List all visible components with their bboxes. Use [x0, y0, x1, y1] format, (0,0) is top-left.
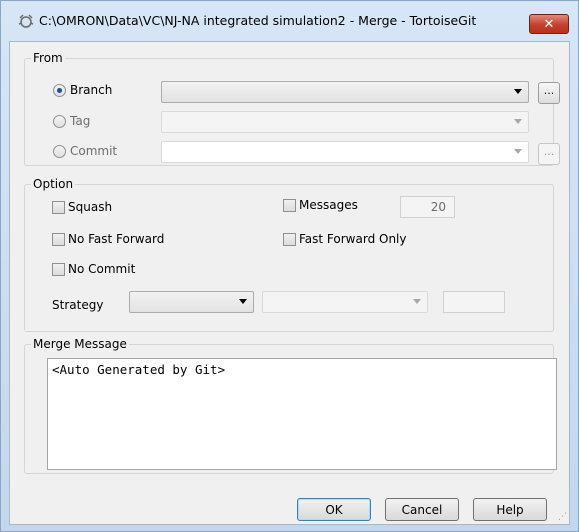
messages-label: Messages [299, 198, 358, 212]
branch-combobox[interactable] [161, 81, 529, 103]
branch-radio-label: Branch [70, 83, 113, 97]
merge-message-textarea[interactable]: <Auto Generated by Git> [47, 358, 557, 470]
window-title: C:\OMRON\Data\VC\NJ-NA integrated simula… [39, 13, 477, 28]
strategy-option-combobox[interactable] [262, 291, 428, 313]
no-fast-forward-label: No Fast Forward [68, 232, 165, 246]
dialog-client-area: From Branch ... Tag Commit ... Option Sq… [9, 41, 570, 525]
tag-radio-label: Tag [70, 114, 91, 128]
no-commit-label: No Commit [68, 262, 136, 276]
commit-browse-button[interactable]: ... [538, 143, 560, 165]
checkbox-unchecked-icon [283, 232, 296, 246]
help-button[interactable]: Help [473, 498, 547, 521]
tag-combobox[interactable] [161, 111, 529, 133]
branch-browse-button[interactable]: ... [538, 82, 560, 104]
resize-grip-icon[interactable]: ⋰ [558, 512, 567, 522]
tortoisegit-icon [18, 14, 34, 28]
commit-combobox[interactable] [161, 141, 529, 163]
merge-dialog: C:\OMRON\Data\VC\NJ-NA integrated simula… [0, 0, 579, 532]
chevron-down-icon [239, 299, 247, 304]
squash-label: Squash [68, 200, 113, 214]
commit-radio-label: Commit [70, 144, 118, 158]
no-fast-forward-checkbox[interactable]: No Fast Forward [52, 232, 164, 246]
strategy-label: Strategy [52, 298, 104, 312]
title-bar[interactable]: C:\OMRON\Data\VC\NJ-NA integrated simula… [1, 1, 578, 41]
radio-unchecked-icon [53, 144, 66, 158]
option-group-label: Option [31, 177, 76, 191]
messages-checkbox[interactable]: Messages [283, 198, 358, 212]
radio-checked-icon [53, 83, 66, 97]
cancel-button[interactable]: Cancel [385, 498, 459, 521]
checkbox-unchecked-icon [52, 200, 65, 214]
strategy-combobox[interactable] [129, 291, 254, 313]
tag-radio[interactable]: Tag [53, 114, 90, 128]
squash-checkbox[interactable]: Squash [52, 200, 112, 214]
radio-unchecked-icon [53, 114, 66, 128]
checkbox-unchecked-icon [52, 262, 65, 276]
ok-button[interactable]: OK [297, 498, 371, 521]
checkbox-unchecked-icon [52, 232, 65, 246]
messages-count-field[interactable]: 20 [400, 196, 455, 218]
commit-radio[interactable]: Commit [53, 144, 117, 158]
chevron-down-icon [514, 89, 522, 94]
strategy-param-field[interactable] [443, 291, 505, 313]
merge-message-group-label: Merge Message [31, 337, 129, 351]
chevron-down-icon [514, 149, 522, 154]
chevron-down-icon [514, 119, 522, 124]
checkbox-unchecked-icon [283, 198, 296, 212]
no-commit-checkbox[interactable]: No Commit [52, 262, 135, 276]
close-button[interactable]: ✕ [529, 14, 569, 34]
fast-forward-only-label: Fast Forward Only [299, 232, 407, 246]
branch-radio[interactable]: Branch [53, 83, 112, 97]
chevron-down-icon [413, 299, 421, 304]
fast-forward-only-checkbox[interactable]: Fast Forward Only [283, 232, 406, 246]
from-group-label: From [31, 51, 65, 65]
close-icon: ✕ [543, 16, 555, 32]
